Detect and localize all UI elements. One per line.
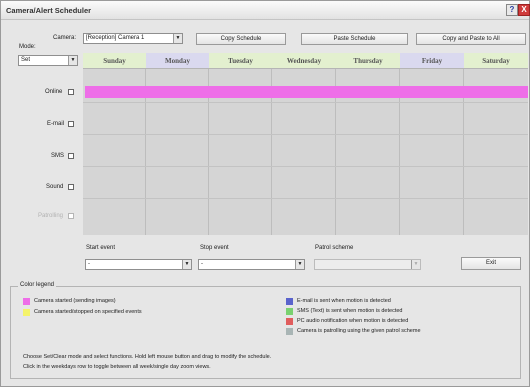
patrolling-checkbox[interactable]	[68, 213, 74, 219]
window-title: Camera/Alert Scheduler	[6, 6, 92, 15]
camera-select[interactable]: [Reception] Camera 1 ▼	[83, 33, 183, 44]
row-label-email: E-mail	[47, 121, 65, 127]
legend-swatch-blue	[286, 298, 293, 305]
camera-label: Camera:	[53, 35, 77, 41]
sound-checkbox[interactable]	[68, 184, 74, 190]
day-header-sunday[interactable]: Sunday	[83, 53, 146, 69]
start-event-select[interactable]: - ▼	[85, 259, 192, 270]
email-checkbox[interactable]	[68, 121, 74, 127]
close-button[interactable]: X	[518, 4, 530, 16]
stop-event-label: Stop event	[200, 245, 229, 251]
legend-item-sms: SMS (Text) is sent when motion is detect…	[297, 308, 403, 314]
legend-item-patrol: Camera is patrolling using the given pat…	[297, 328, 421, 334]
paste-schedule-button[interactable]: Paste Schedule	[301, 33, 408, 45]
day-header-monday[interactable]: Monday	[146, 53, 209, 69]
stop-event-select[interactable]: - ▼	[198, 259, 305, 270]
copy-paste-all-button[interactable]: Copy and Paste to All	[416, 33, 526, 45]
copy-schedule-button[interactable]: Copy Schedule	[196, 33, 286, 45]
legend-swatch-magenta	[23, 298, 30, 305]
row-divider	[83, 198, 528, 199]
row-divider	[83, 166, 528, 167]
legend-swatch-gray	[286, 328, 293, 335]
chevron-down-icon: ▼	[411, 260, 420, 269]
help-button[interactable]: ?	[506, 4, 518, 16]
day-header-thursday[interactable]: Thursday	[336, 53, 400, 69]
stop-event-value: -	[201, 261, 203, 267]
legend-item-email: E-mail is sent when motion is detected	[297, 298, 391, 304]
sms-checkbox[interactable]	[68, 153, 74, 159]
help-text-1: Choose Set/Clear mode and select functio…	[23, 354, 272, 360]
chevron-down-icon: ▼	[182, 260, 191, 269]
exit-button[interactable]: Exit	[461, 257, 521, 270]
start-event-label: Start event	[86, 245, 116, 251]
title-bar[interactable]: Camera/Alert Scheduler ? X	[1, 1, 530, 20]
day-header-saturday[interactable]: Saturday	[464, 53, 528, 69]
row-label-online: Online	[45, 89, 63, 95]
legend-item-events: Camera started/stopped on specified even…	[34, 309, 142, 315]
row-label-sound: Sound	[46, 184, 64, 190]
start-event-value: -	[88, 261, 90, 267]
patrol-scheme-label: Patrol scheme	[315, 245, 354, 251]
day-header-friday[interactable]: Friday	[400, 53, 464, 69]
online-checkbox[interactable]	[68, 89, 74, 95]
row-label-sms: SMS	[51, 153, 65, 159]
legend-item-camera-started: Camera started (sending images)	[34, 298, 116, 304]
row-divider	[83, 134, 528, 135]
scheduler-window: Camera/Alert Scheduler ? X Camera: [Rece…	[0, 0, 530, 387]
row-divider	[83, 102, 528, 103]
mode-select-value: Set	[21, 57, 31, 63]
legend-title: Color legend	[18, 282, 57, 288]
row-label-patrolling: Patrolling	[38, 213, 64, 219]
mode-select[interactable]: Set ▼	[18, 55, 78, 66]
chevron-down-icon: ▼	[68, 56, 77, 65]
mode-label: Mode:	[19, 44, 36, 50]
online-schedule-bar[interactable]	[85, 86, 528, 98]
chevron-down-icon: ▼	[295, 260, 304, 269]
camera-select-value: [Reception] Camera 1	[86, 35, 145, 41]
day-header-wednesday[interactable]: Wednesday	[272, 53, 336, 69]
legend-swatch-yellow	[23, 309, 30, 316]
patrol-scheme-select[interactable]: ▼	[314, 259, 421, 270]
legend-swatch-green	[286, 308, 293, 315]
legend-item-audio: PC audio notification when motion is det…	[297, 318, 409, 324]
help-text-2: Click in the weekdays row to toggle betw…	[23, 364, 211, 370]
day-header-tuesday[interactable]: Tuesday	[209, 53, 272, 69]
legend-swatch-red	[286, 318, 293, 325]
chevron-down-icon: ▼	[173, 34, 182, 43]
